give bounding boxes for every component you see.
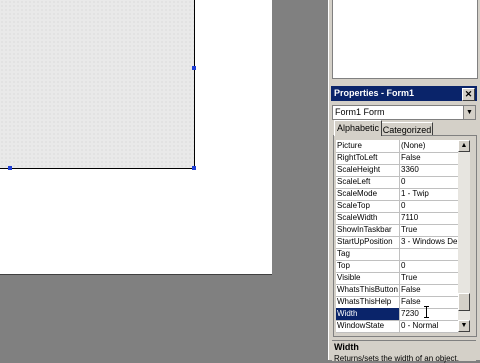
- property-name[interactable]: Width: [336, 308, 400, 320]
- properties-scrollbar[interactable]: ▲ ▼: [458, 140, 470, 332]
- object-combo[interactable]: Form1 Form ▼: [332, 105, 476, 120]
- scroll-down-icon[interactable]: ▼: [458, 320, 470, 332]
- property-name[interactable]: ScaleTop: [336, 200, 400, 212]
- resize-handle-bottom[interactable]: [8, 166, 12, 170]
- property-value[interactable]: 7110: [400, 212, 459, 224]
- property-name[interactable]: ScaleHeight: [336, 164, 400, 176]
- description-title: Width: [334, 342, 359, 352]
- resize-handle-bottom-right[interactable]: [192, 166, 196, 170]
- property-value[interactable]: False: [400, 296, 459, 308]
- property-value[interactable]: (None): [400, 140, 459, 152]
- property-value[interactable]: 3 - Windows De: [400, 236, 459, 248]
- property-value[interactable]: False: [400, 284, 459, 296]
- form-designer-window[interactable]: [0, 0, 273, 275]
- property-name[interactable]: RightToLeft: [336, 152, 400, 164]
- description-text: Returns/sets the width of an object.: [334, 354, 459, 363]
- property-value[interactable]: True: [400, 272, 459, 284]
- properties-grid[interactable]: Picture (None) RightToLeft False ScaleHeight…: [336, 140, 459, 333]
- property-name[interactable]: ScaleLeft: [336, 176, 400, 188]
- text-cursor-icon: [424, 306, 429, 318]
- property-value[interactable]: 0: [400, 176, 459, 188]
- property-name[interactable]: Tag: [336, 248, 400, 260]
- chevron-down-icon[interactable]: ▼: [463, 106, 475, 119]
- property-value[interactable]: 0: [400, 200, 459, 212]
- scroll-thumb[interactable]: [458, 293, 470, 312]
- tab-categorized[interactable]: Categorized: [381, 122, 433, 136]
- property-name[interactable]: WhatsThisButton: [336, 284, 400, 296]
- property-value[interactable]: [400, 248, 459, 260]
- property-name[interactable]: ShowInTaskbar: [336, 224, 400, 236]
- property-name[interactable]: Top: [336, 260, 400, 272]
- property-name[interactable]: WindowState: [336, 320, 400, 332]
- resize-handle-right[interactable]: [192, 66, 196, 70]
- property-value[interactable]: 7230: [400, 308, 459, 320]
- property-name[interactable]: ScaleWidth: [336, 212, 400, 224]
- property-name[interactable]: Visible: [336, 272, 400, 284]
- property-value[interactable]: False: [400, 152, 459, 164]
- mdi-background: [272, 0, 328, 360]
- property-row[interactable]: WindowState 0 - Normal: [336, 320, 458, 333]
- property-name[interactable]: StartUpPosition: [336, 236, 400, 248]
- close-icon[interactable]: ✕: [462, 88, 475, 101]
- form1-client-area[interactable]: [0, 0, 195, 169]
- properties-title: Properties - Form1: [334, 88, 415, 98]
- property-name[interactable]: WhatsThisHelp: [336, 296, 400, 308]
- project-explorer-tree[interactable]: [332, 0, 478, 79]
- scroll-up-icon[interactable]: ▲: [458, 140, 470, 152]
- property-value[interactable]: 0: [400, 260, 459, 272]
- property-value[interactable]: 3360: [400, 164, 459, 176]
- property-value[interactable]: 0 - Normal: [400, 320, 459, 332]
- tab-alphabetic[interactable]: Alphabetic: [334, 120, 382, 136]
- property-name[interactable]: Picture: [336, 140, 400, 152]
- property-value[interactable]: True: [400, 224, 459, 236]
- object-combo-value: Form1 Form: [335, 107, 385, 117]
- properties-title-bar: Properties - Form1 ✕: [331, 86, 477, 101]
- property-name[interactable]: ScaleMode: [336, 188, 400, 200]
- property-value[interactable]: 1 - Twip: [400, 188, 459, 200]
